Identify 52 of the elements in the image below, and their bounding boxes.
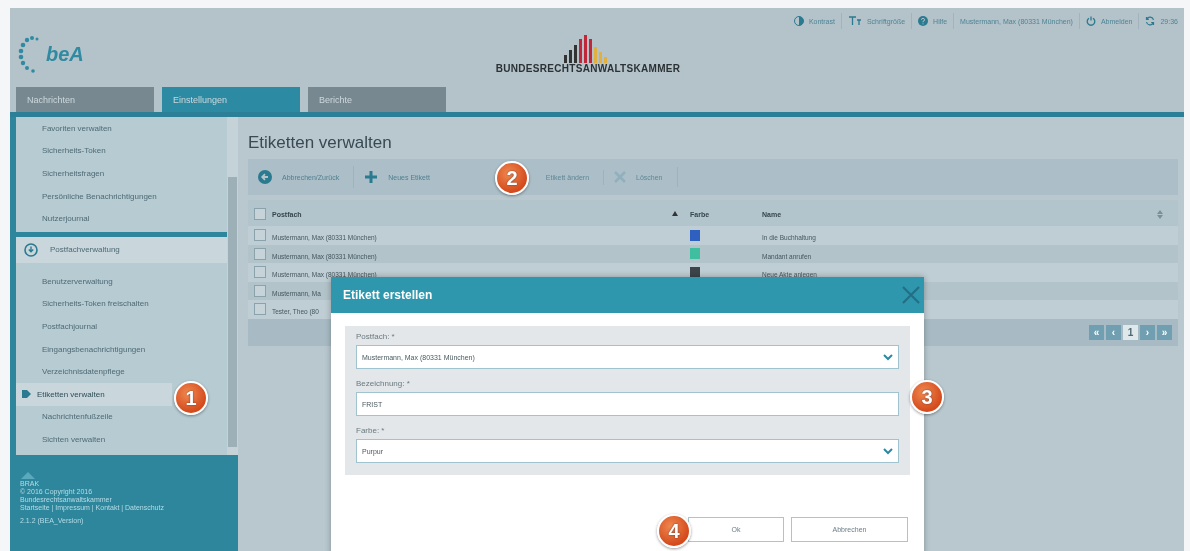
logo-text: beA xyxy=(46,42,84,66)
checkbox[interactable] xyxy=(254,208,266,220)
sidebar-item[interactable]: Postfachjournal xyxy=(16,315,227,338)
checkbox[interactable] xyxy=(254,247,266,260)
sidebar-item[interactable]: Verzeichnisdatenpflege xyxy=(16,360,227,383)
text-size-icon[interactable] xyxy=(847,16,862,26)
nav-tab[interactable]: Nachrichten xyxy=(16,87,154,112)
sort-up-icon[interactable] xyxy=(672,211,678,216)
sidebar-item[interactable]: Sicherheits-Token xyxy=(16,139,227,163)
sidebar-item[interactable]: Etiketten verwalten xyxy=(16,382,172,406)
sidebar-item[interactable]: Nutzerjournal xyxy=(16,207,227,230)
sidebar-item[interactable]: Persönliche Benachrichtigungen xyxy=(16,184,227,208)
plus-icon xyxy=(364,170,379,184)
back-arrow-icon xyxy=(258,170,272,184)
sidebar-item[interactable]: Sicherheitsfragen xyxy=(16,162,227,185)
sidebar-item[interactable]: Benutzerverwaltung xyxy=(16,269,227,293)
refresh-icon[interactable] xyxy=(1145,16,1156,26)
nav-tab[interactable]: Einstellungen xyxy=(162,87,300,112)
page-button[interactable]: 1 xyxy=(1123,324,1138,340)
field-label: Postfach: * xyxy=(356,332,396,342)
checkbox[interactable] xyxy=(254,284,266,297)
field-label: Bezeichnung: * xyxy=(356,379,411,389)
page-button[interactable]: ‹ xyxy=(1106,324,1121,340)
brand-name: BUNDESRECHTSANWALTSKAMMER xyxy=(495,63,681,74)
help-icon[interactable] xyxy=(918,16,929,26)
checkbox[interactable] xyxy=(254,303,266,316)
page-button[interactable]: « xyxy=(1089,324,1104,340)
chevron-down-icon xyxy=(883,447,893,455)
chevron-down-icon xyxy=(883,353,893,361)
scrollbar[interactable] xyxy=(227,117,238,455)
dialog-title: Etikett erstellen xyxy=(343,288,433,302)
footer-logo-icon xyxy=(20,471,36,479)
power-icon[interactable] xyxy=(1085,16,1096,26)
close-icon[interactable] xyxy=(902,286,920,304)
section-header[interactable]: Postfachverwaltung xyxy=(16,236,227,263)
page-button[interactable]: › xyxy=(1140,324,1155,340)
sort-icon[interactable] xyxy=(1157,210,1163,219)
section-label: Postfachverwaltung xyxy=(50,245,120,255)
sidebar-item[interactable]: Sicherheits-Token freischalten xyxy=(16,292,227,316)
checkbox[interactable] xyxy=(254,266,266,279)
contrast-icon[interactable] xyxy=(793,16,804,26)
sidebar-item[interactable]: Sichten verwalten xyxy=(16,428,227,451)
close-icon xyxy=(614,171,627,183)
page-button[interactable]: » xyxy=(1157,324,1172,340)
sidebar-item[interactable]: Favoriten verwalten xyxy=(16,117,227,140)
download-circle-icon xyxy=(24,242,38,257)
page-title: Etiketten verwalten xyxy=(248,133,393,154)
sidebar-item[interactable]: Eingangsbenachrichtigungen xyxy=(16,337,227,361)
tag-icon xyxy=(22,390,31,399)
field-label: Farbe: * xyxy=(356,426,386,436)
checkbox[interactable] xyxy=(254,229,266,242)
nav-tab[interactable]: Berichte xyxy=(308,87,446,112)
